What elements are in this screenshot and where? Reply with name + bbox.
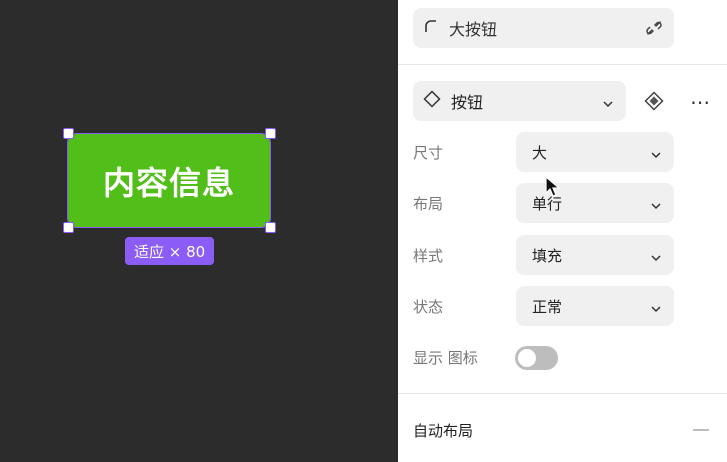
more-options-icon[interactable]: ⋯ — [690, 90, 711, 114]
prop-value: 大 — [532, 144, 548, 162]
show-icon-toggle[interactable] — [515, 346, 558, 370]
style-select[interactable]: 填充 — [516, 235, 674, 275]
diamond-icon — [423, 90, 441, 112]
prop-label: 尺寸 — [413, 144, 444, 162]
properties-panel: 大按钮 按钮 ⋯ 尺寸 大 布局 单行 样式 填充 状态 正常 显示 图标 自动… — [398, 0, 727, 462]
divider — [398, 64, 727, 65]
chevron-down-icon — [602, 95, 614, 114]
toggle-knob — [518, 349, 536, 367]
resize-handle-bottom-right[interactable] — [265, 222, 276, 233]
chevron-down-icon — [650, 249, 662, 268]
design-canvas[interactable]: 内容信息 适应 × 80 — [0, 0, 398, 462]
prop-value: 填充 — [532, 247, 563, 265]
prop-label: 显示 图标 — [413, 349, 478, 367]
resize-handle-bottom-left[interactable] — [63, 222, 74, 233]
component-name: 大按钮 — [449, 20, 498, 39]
prop-label: 状态 — [413, 298, 444, 316]
size-tag: 适应 × 80 — [125, 237, 215, 265]
prop-row-style: 样式 填充 — [413, 235, 713, 275]
go-to-main-component-icon[interactable] — [644, 91, 664, 115]
prop-row-show-icon: 显示 图标 — [413, 337, 713, 377]
prop-label: 样式 — [413, 247, 444, 265]
size-select[interactable]: 大 — [516, 132, 674, 172]
button-text: 内容信息 — [102, 163, 235, 202]
chevron-down-icon — [650, 146, 662, 165]
state-select[interactable]: 正常 — [516, 286, 674, 326]
auto-layout-title: 自动布局 — [413, 422, 474, 440]
corner-radius-icon — [423, 18, 439, 38]
prop-row-layout: 布局 单行 — [413, 183, 713, 223]
variant-label: 按钮 — [451, 93, 484, 112]
resize-handle-top-right[interactable] — [265, 128, 276, 139]
chevron-down-icon — [650, 197, 662, 216]
variant-select[interactable]: 按钮 — [413, 81, 626, 121]
divider — [398, 393, 727, 394]
remove-auto-layout-icon[interactable] — [693, 429, 709, 431]
prop-row-size: 尺寸 大 — [413, 132, 713, 172]
prop-value: 正常 — [532, 298, 563, 316]
chevron-down-icon — [650, 300, 662, 319]
mouse-cursor-icon — [545, 175, 561, 202]
prop-row-state: 状态 正常 — [413, 286, 713, 326]
detach-link-icon[interactable] — [644, 18, 664, 42]
selected-button-component[interactable]: 内容信息 — [67, 133, 271, 228]
resize-handle-top-left[interactable] — [63, 128, 74, 139]
component-name-field[interactable]: 大按钮 — [413, 8, 674, 48]
layout-select[interactable]: 单行 — [516, 183, 674, 223]
prop-label: 布局 — [413, 195, 444, 213]
